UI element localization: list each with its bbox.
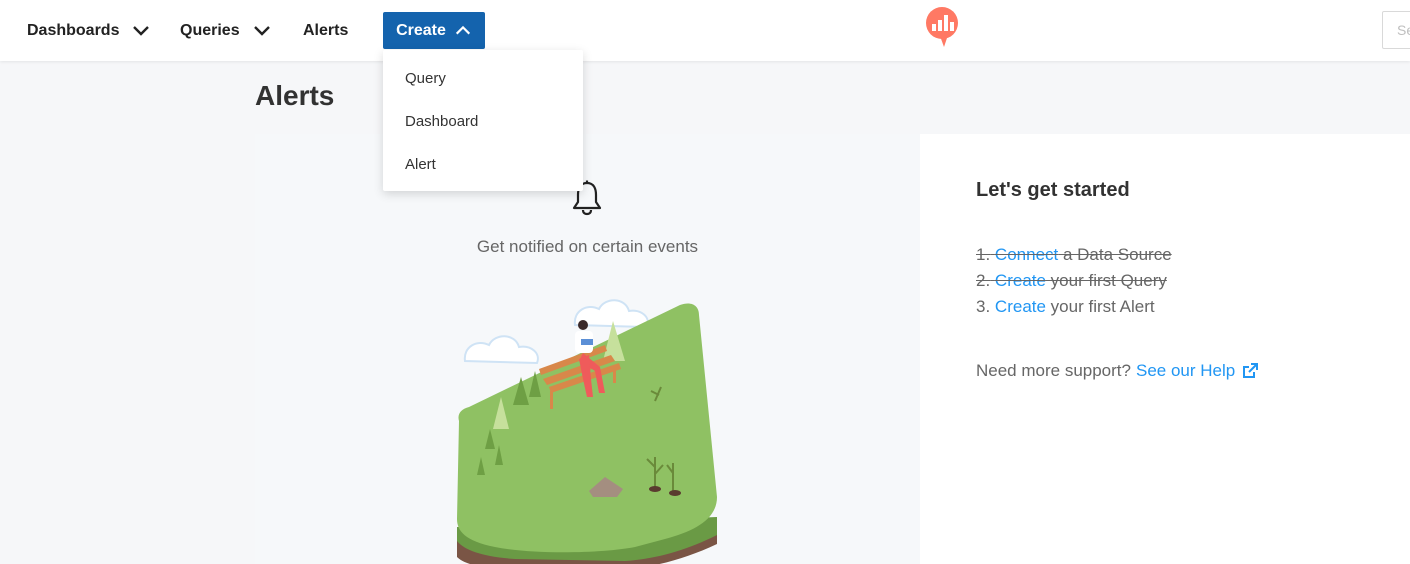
menu-item-alert[interactable]: Alert [383,143,583,186]
nav-alerts[interactable]: Alerts [303,0,348,61]
step-text: your first Alert [1045,297,1155,316]
search-placeholder: Se [1397,22,1410,38]
chevron-down-icon[interactable] [131,21,151,41]
nav-alerts-label: Alerts [303,21,349,39]
step-connect-data-source: 1. Connect a Data Source [976,242,1172,268]
top-navigation: Dashboards Queries Alerts Create Se [0,0,1410,61]
getting-started-title: Let's get started [976,179,1130,201]
create-dropdown-menu: Query Dashboard Alert [383,50,583,191]
getting-started-steps: 1. Connect a Data Source 2. Create your … [976,242,1172,320]
step-create-query: 2. Create your first Query [976,268,1172,294]
step-number: 1. [976,245,991,264]
create-button-label: Create [396,21,446,39]
external-link-icon [1243,363,1259,378]
menu-item-query[interactable]: Query [383,57,583,100]
park-illustration [457,299,717,564]
connect-link[interactable]: Connect [995,245,1058,264]
empty-state-panel: Get notified on certain events [255,134,920,564]
create-alert-link[interactable]: Create [995,297,1046,316]
step-number: 3. [976,297,991,316]
create-query-link[interactable]: Create [995,271,1046,290]
step-text: your first Query [1045,271,1167,290]
step-create-alert: 3. Create your first Alert [976,294,1172,320]
support-text: Need more support? [976,361,1131,380]
help-link-label: See our Help [1135,361,1236,380]
help-link[interactable]: See our Help [1136,361,1259,381]
nav-dashboards-label: Dashboards [27,21,120,39]
chevron-down-icon[interactable] [252,21,272,41]
support-line: Need more support? See our Help [976,361,1259,381]
menu-item-dashboard[interactable]: Dashboard [383,100,583,143]
nav-queries-label: Queries [180,21,240,39]
nav-queries[interactable]: Queries [180,0,272,61]
search-input[interactable]: Se [1382,11,1410,49]
step-text: a Data Source [1058,245,1172,264]
step-number: 2. [976,271,991,290]
chevron-up-icon [455,25,470,34]
create-button[interactable]: Create [383,12,485,49]
redash-logo-icon[interactable] [924,6,962,48]
nav-dashboards[interactable]: Dashboards [27,0,151,61]
page-title: Alerts [255,80,335,111]
getting-started-panel: Let's get started 1. Connect a Data Sour… [920,134,1410,564]
empty-state-message: Get notified on certain events [476,237,699,256]
